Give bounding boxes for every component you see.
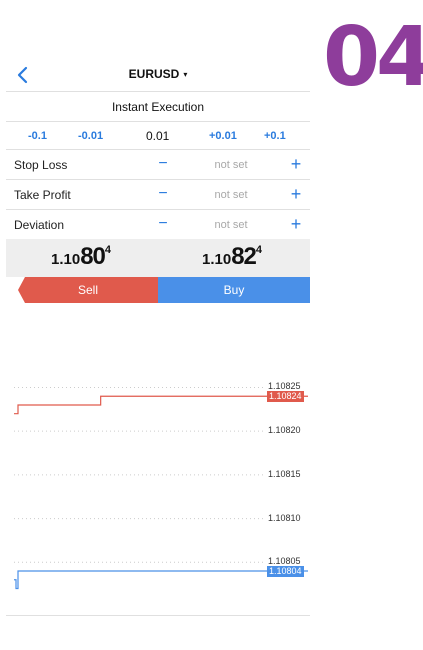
take-profit-minus-button[interactable]: − [156, 180, 170, 208]
deviation-row: Deviation − not set + [6, 210, 310, 240]
tick-chart: 1.10825 1.10820 1.10815 1.10810 1.10805 1.108… [6, 370, 310, 620]
volume-stepper: -0.1 -0.01 0.01 +0.01 +0.1 [6, 122, 310, 150]
execution-mode-label: Instant Execution [111, 100, 205, 114]
ask-price-pip: 4 [255, 244, 263, 256]
execution-mode-selector[interactable]: Instant Execution [6, 92, 310, 122]
y-tick-label: 1.10815 [268, 468, 301, 479]
stop-loss-value[interactable]: not set [196, 150, 266, 180]
y-tick-label: 1.10825 [268, 381, 301, 392]
stop-loss-row: Stop Loss − not set + [6, 150, 310, 180]
tick-chart-svg [14, 386, 308, 590]
deviation-value[interactable]: not set [196, 210, 266, 240]
deviation-minus-button[interactable]: − [156, 210, 170, 238]
y-tick-label: 1.10810 [268, 512, 301, 523]
bid-price-tag: 1.10824 [267, 391, 304, 403]
quote-row: 1.10804 1.10824 [6, 239, 310, 277]
volume-decrease-large-button[interactable]: -0.1 [28, 122, 47, 150]
trade-actions: Sell Buy [18, 277, 310, 303]
take-profit-label: Take Profit [14, 188, 71, 202]
ask-price-tag: 1.10804 [267, 566, 304, 578]
step-number-badge: 04 [323, 18, 423, 98]
symbol-selector[interactable]: EURUSD ▾ [6, 67, 310, 81]
volume-value[interactable]: 0.01 [146, 122, 169, 150]
take-profit-row: Take Profit − not set + [6, 180, 310, 210]
volume-increase-large-button[interactable]: +0.1 [264, 122, 286, 150]
buy-button[interactable]: Buy [158, 277, 310, 303]
header-bar: EURUSD ▾ [6, 58, 310, 92]
deviation-plus-button[interactable]: + [288, 210, 304, 238]
bid-price: 1.10804 [51, 243, 111, 271]
caret-down-icon: ▾ [183, 70, 188, 79]
bid-price-prefix: 1.10 [51, 251, 81, 268]
ask-price: 1.10824 [202, 243, 262, 271]
bid-series-line [14, 395, 308, 415]
take-profit-plus-button[interactable]: + [288, 180, 304, 208]
volume-increase-small-button[interactable]: +0.01 [209, 122, 237, 150]
stop-loss-minus-button[interactable]: − [156, 150, 170, 178]
ask-price-main: 82 [231, 243, 257, 270]
take-profit-value[interactable]: not set [196, 180, 266, 210]
sell-button[interactable]: Sell [18, 277, 158, 303]
order-screen: EURUSD ▾ Instant Execution -0.1 -0.01 0.0… [6, 0, 310, 650]
bid-price-main: 80 [80, 243, 106, 270]
bottom-divider [6, 615, 310, 616]
bid-price-pip: 4 [104, 244, 112, 256]
deviation-label: Deviation [14, 218, 65, 232]
y-tick-label: 1.10805 [268, 556, 301, 567]
ask-price-prefix: 1.10 [202, 251, 232, 268]
symbol-title: EURUSD [128, 67, 180, 81]
y-tick-label: 1.10820 [268, 425, 301, 436]
ask-series-line [14, 570, 308, 590]
stop-loss-label: Stop Loss [14, 158, 68, 172]
stop-loss-plus-button[interactable]: + [288, 150, 304, 178]
volume-decrease-small-button[interactable]: -0.01 [78, 122, 103, 150]
